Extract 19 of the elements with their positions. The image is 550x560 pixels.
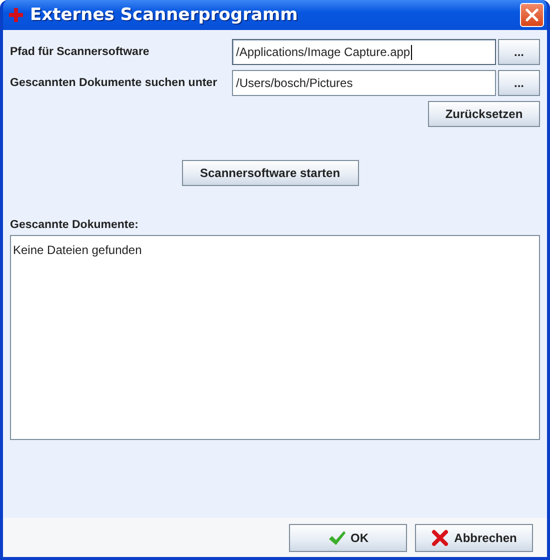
cancel-button[interactable]: Abbrechen [415, 524, 533, 552]
window-title: Externes Scannerprogramm [30, 5, 299, 25]
reset-button[interactable]: Zurücksetzen [428, 101, 540, 127]
browse-button[interactable]: ... [498, 70, 540, 96]
check-icon [328, 530, 346, 546]
field-label: Gescannten Dokumente suchen unter [10, 77, 218, 89]
close-button[interactable] [520, 3, 544, 27]
start-button[interactable]: Scannersoftware starten [182, 160, 358, 186]
documents-list[interactable]: Keine Dateien gefunden [10, 235, 540, 440]
documents-label: Gescannte Dokumente: [10, 219, 140, 231]
path-field[interactable]: /Users/bosch/Pictures [232, 70, 496, 96]
cross-icon [431, 528, 450, 546]
path-field[interactable]: /Applications/Image Capture.app [232, 39, 496, 65]
cross-icon [8, 7, 24, 23]
field-label: Pfad für Scannersoftware [10, 46, 150, 58]
browse-button[interactable]: ... [498, 39, 540, 65]
empty-message: Keine Dateien gefunden [13, 243, 142, 257]
ok-button[interactable]: OK [289, 524, 407, 552]
close-icon [525, 8, 539, 22]
